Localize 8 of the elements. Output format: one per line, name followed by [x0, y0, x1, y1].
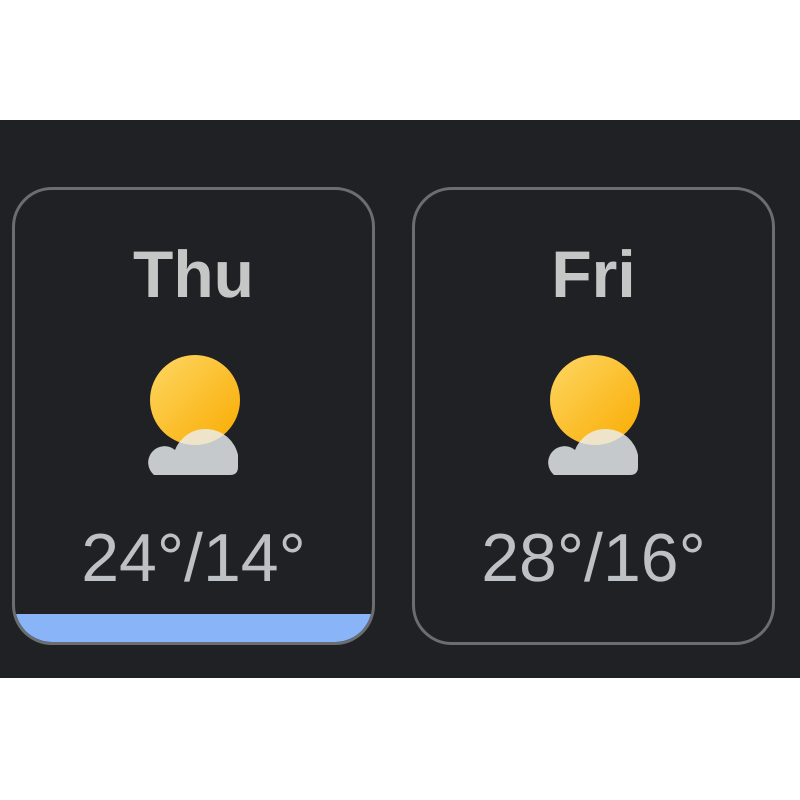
sun-behind-cloud-icon: [548, 355, 640, 477]
temperature-range: 24°/14°: [81, 519, 306, 597]
day-label: Thu: [133, 236, 254, 312]
temperature-range: 28°/16°: [481, 519, 706, 597]
day-card[interactable]: Thu 24°/14°: [12, 187, 375, 645]
day-card[interactable]: Fri 28°/16°: [412, 187, 775, 645]
sun-behind-cloud-icon: [148, 355, 240, 477]
day-label: Fri: [551, 236, 636, 312]
